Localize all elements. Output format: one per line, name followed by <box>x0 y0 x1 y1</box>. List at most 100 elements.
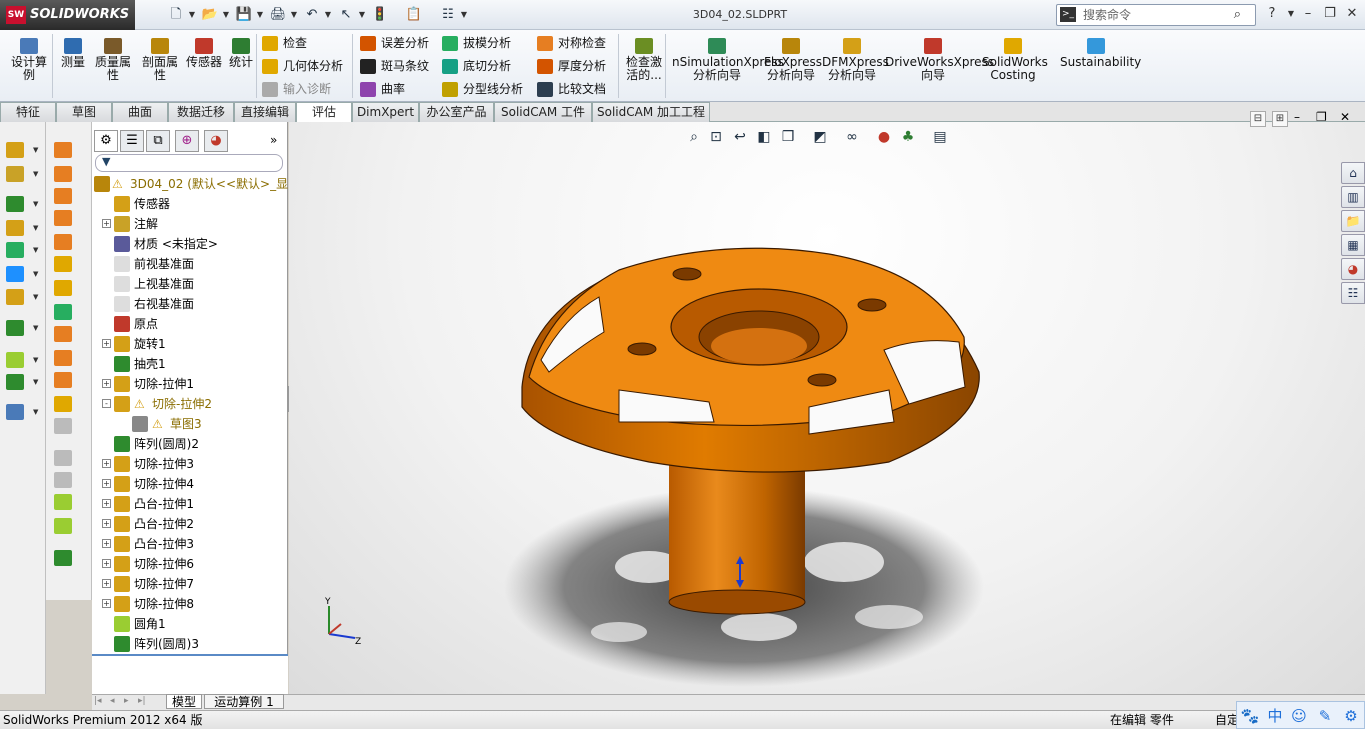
lofted-boss-dropdown-icon[interactable]: ▼ <box>33 224 38 232</box>
file-properties-icon[interactable]: 📋 <box>403 5 425 25</box>
paw-icon[interactable]: 🐾 <box>1240 706 1260 726</box>
tab-8[interactable]: SolidCAM 工件 <box>494 102 592 122</box>
check-button[interactable]: 检查 <box>262 33 307 53</box>
linear-pattern-dropdown-icon[interactable]: ▼ <box>33 324 38 332</box>
tree-node[interactable]: 阵列(圆周)2 <box>102 434 286 454</box>
tree-node[interactable]: + 切除-拉伸3 <box>102 454 286 474</box>
tree-node[interactable]: + 凸台-拉伸2 <box>102 514 286 534</box>
viewport-tile-icon[interactable]: ⊟ <box>1250 111 1266 127</box>
ime-settings-icon[interactable]: ⚙ <box>1341 706 1361 726</box>
undo-dropdown-icon[interactable]: ▼ <box>323 5 333 25</box>
tree-node[interactable]: + 凸台-拉伸3 <box>102 534 286 554</box>
minimize-button[interactable]: – <box>1298 5 1318 23</box>
tab-6[interactable]: DimXpert <box>352 102 419 122</box>
feature-tool-icon[interactable] <box>54 166 72 182</box>
feature-tool-icon[interactable] <box>54 304 72 320</box>
section-view-icon[interactable]: ◧ <box>755 128 773 146</box>
extruded-boss-icon[interactable] <box>6 142 24 158</box>
feature-tool-icon[interactable] <box>54 280 72 296</box>
tree-node[interactable]: 抽壳1 <box>102 354 286 374</box>
tree-node[interactable]: 前视基准面 <box>102 254 286 274</box>
feature-tool-icon[interactable] <box>54 142 72 158</box>
options-icon[interactable]: ☷ <box>437 5 459 25</box>
tab-4[interactable]: 直接编辑 <box>234 102 296 122</box>
feature-tool-icon[interactable] <box>54 350 72 366</box>
tab-navigation-buttons[interactable]: |◂ ◂ ▸ ▸| <box>94 696 160 708</box>
costing-button[interactable]: SolidWorks Costing <box>982 38 1048 82</box>
undo-icon[interactable]: ↶ <box>301 5 323 25</box>
select-dropdown-icon[interactable]: ▼ <box>357 5 367 25</box>
print-dropdown-icon[interactable]: ▼ <box>289 5 299 25</box>
new-dropdown-icon[interactable]: ▼ <box>187 5 197 25</box>
feature-tool-icon[interactable] <box>54 372 72 388</box>
linear-pattern-icon[interactable] <box>6 320 24 336</box>
tab-7[interactable]: 办公室产品 <box>419 102 494 122</box>
feature-tool-icon[interactable] <box>54 210 72 226</box>
tree-node[interactable]: + 注解 <box>102 214 286 234</box>
curves-icon[interactable] <box>6 374 24 390</box>
handwriting-icon[interactable]: ✎ <box>1315 706 1335 726</box>
curvature-button[interactable]: 曲率 <box>360 79 405 99</box>
expand-icon[interactable]: + <box>102 219 111 228</box>
tree-node[interactable]: + 切除-拉伸6 <box>102 554 286 574</box>
parting-line-analysis-button[interactable]: 分型线分析 <box>442 79 523 99</box>
collapse-icon[interactable]: - <box>102 399 111 408</box>
bottom-tab-1[interactable]: 运动算例 1 <box>204 694 284 709</box>
tree-node[interactable]: + 切除-拉伸1 <box>102 374 286 394</box>
extruded-cut-icon[interactable] <box>6 266 24 282</box>
chinese-mode-icon[interactable]: 中 <box>1265 706 1285 726</box>
file-explorer-icon[interactable]: 📁 <box>1341 210 1365 232</box>
featuremanager-tab-icon[interactable]: ⚙ <box>94 130 118 152</box>
sustainability-button[interactable]: Sustainability <box>1060 38 1141 69</box>
revolved-boss-dropdown-icon[interactable]: ▼ <box>33 170 38 178</box>
feature-tool-icon[interactable] <box>54 450 72 466</box>
expand-icon[interactable]: + <box>102 339 111 348</box>
expand-icon[interactable]: + <box>102 519 111 528</box>
mass-properties-button[interactable]: 质量属性 <box>92 38 134 82</box>
tree-node[interactable]: 上视基准面 <box>102 274 286 294</box>
zebra-stripes-button[interactable]: 斑马条纹 <box>360 56 429 76</box>
display-style-icon[interactable]: ◩ <box>811 128 829 146</box>
feature-tool-icon[interactable] <box>54 494 72 510</box>
feature-tool-icon[interactable] <box>54 472 72 488</box>
swept-boss-dropdown-icon[interactable]: ▼ <box>33 200 38 208</box>
feature-tool-icon[interactable] <box>54 418 72 434</box>
hide-show-items-icon[interactable]: ∞ <box>843 128 861 146</box>
thickness-analysis-button[interactable]: 厚度分析 <box>537 56 606 76</box>
appearances-icon[interactable]: ◕ <box>1341 258 1365 280</box>
tree-node[interactable]: ⚠ 草图3 <box>120 414 286 434</box>
instant3d-dropdown-icon[interactable]: ▼ <box>33 408 38 416</box>
help-button[interactable]: ? <box>1262 5 1282 23</box>
view-palette-icon[interactable]: ▦ <box>1341 234 1365 256</box>
feature-tool-icon[interactable] <box>54 234 72 250</box>
expand-icon[interactable]: + <box>102 599 111 608</box>
viewport-minimize-button[interactable]: – <box>1294 110 1300 124</box>
save-icon[interactable]: 💾 <box>233 5 255 25</box>
search-icon[interactable]: ⌕ <box>1234 5 1241 25</box>
revolved-boss-icon[interactable] <box>6 166 24 182</box>
design-study-button[interactable]: 设计算例 <box>8 38 50 82</box>
view-orientation-icon[interactable]: ❒ <box>779 128 797 146</box>
deviation-analysis-button[interactable]: 误差分析 <box>360 33 429 53</box>
feature-tool-icon[interactable] <box>54 518 72 534</box>
expand-icon[interactable]: + <box>102 579 111 588</box>
viewport-restore-button[interactable]: ❐ <box>1316 110 1327 124</box>
boundary-boss-dropdown-icon[interactable]: ▼ <box>33 246 38 254</box>
feature-tool-icon[interactable] <box>54 396 72 412</box>
expand-icon[interactable]: + <box>102 379 111 388</box>
tree-filter-input[interactable]: ▼ <box>95 154 283 172</box>
bottom-tab-0[interactable]: 模型 <box>166 694 202 709</box>
open-dropdown-icon[interactable]: ▼ <box>221 5 231 25</box>
tree-node[interactable]: + 切除-拉伸4 <box>102 474 286 494</box>
dimxpert-tab-icon[interactable]: ⊕ <box>175 130 199 152</box>
tab-5[interactable]: 评估 <box>296 102 352 123</box>
symmetry-check-button[interactable]: 对称检查 <box>537 33 606 53</box>
geometry-analysis-button[interactable]: 几何体分析 <box>262 56 343 76</box>
custom-properties-icon[interactable]: ☷ <box>1341 282 1365 304</box>
edit-appearance-icon[interactable]: ● <box>875 128 893 146</box>
dfmxpress-button[interactable]: DFMXpress 分析向导 <box>822 38 889 82</box>
design-library-icon[interactable]: ▥ <box>1341 186 1365 208</box>
viewport-close-button[interactable]: ✕ <box>1340 110 1350 124</box>
configurationmanager-tab-icon[interactable]: ⧉ <box>146 130 170 152</box>
boundary-boss-icon[interactable] <box>6 242 24 258</box>
